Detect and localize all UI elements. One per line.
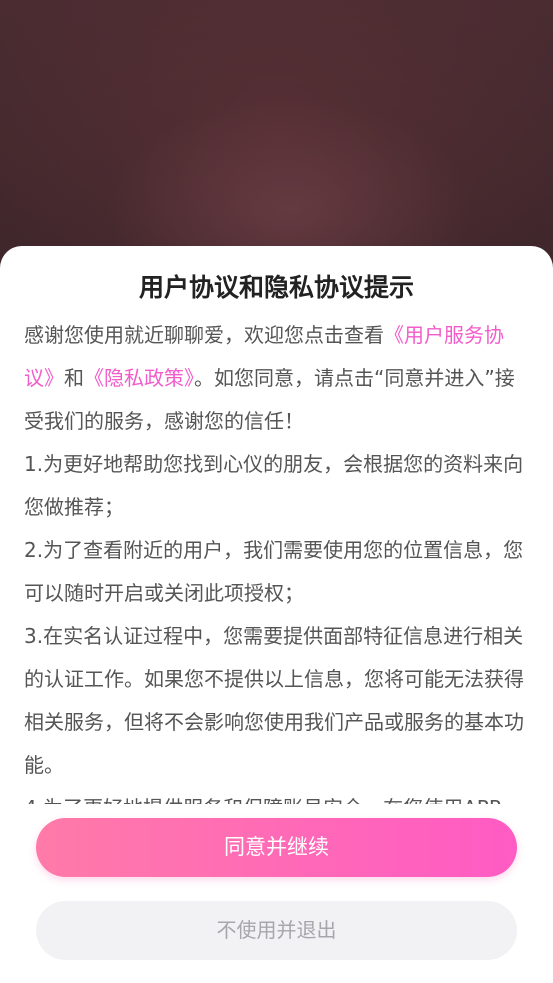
agreement-item-3: 3.在实名认证过程中，您需要提供面部特征信息进行相关的认证工作。如果您不提供以上… [24,624,524,777]
intro-text-1: 感谢您使用就近聊聊爱，欢迎您点击查看 [24,323,384,347]
agreement-item-1: 1.为更好地帮助您找到心仪的朋友，会根据您的资料来向您做推荐； [24,452,524,519]
agreement-content[interactable]: 感谢您使用就近聊聊爱，欢迎您点击查看《用户服务协议》和《隐私政策》。如您同意，请… [24,314,530,804]
agreement-item-4: 4.为了更好地提供服务和保障账号安全，在您使用APP [24,787,530,804]
intro-paragraph: 感谢您使用就近聊聊爱，欢迎您点击查看《用户服务协议》和《隐私政策》。如您同意，请… [24,314,530,443]
dialog-title: 用户协议和隐私协议提示 [138,273,414,302]
agreement-dialog: 用户协议和隐私协议提示 感谢您使用就近聊聊爱，欢迎您点击查看《用户服务协议》和《… [0,246,553,983]
decline-button[interactable]: 不使用并退出 [36,901,517,960]
agree-button[interactable]: 同意并继续 [36,818,517,877]
intro-text-2: 和 [64,366,84,390]
agreement-item-2: 2.为了查看附近的用户，我们需要使用您的位置信息，您可以随时开启或关闭此项授权； [24,538,524,605]
privacy-link[interactable]: 《隐私政策》 [84,366,194,390]
